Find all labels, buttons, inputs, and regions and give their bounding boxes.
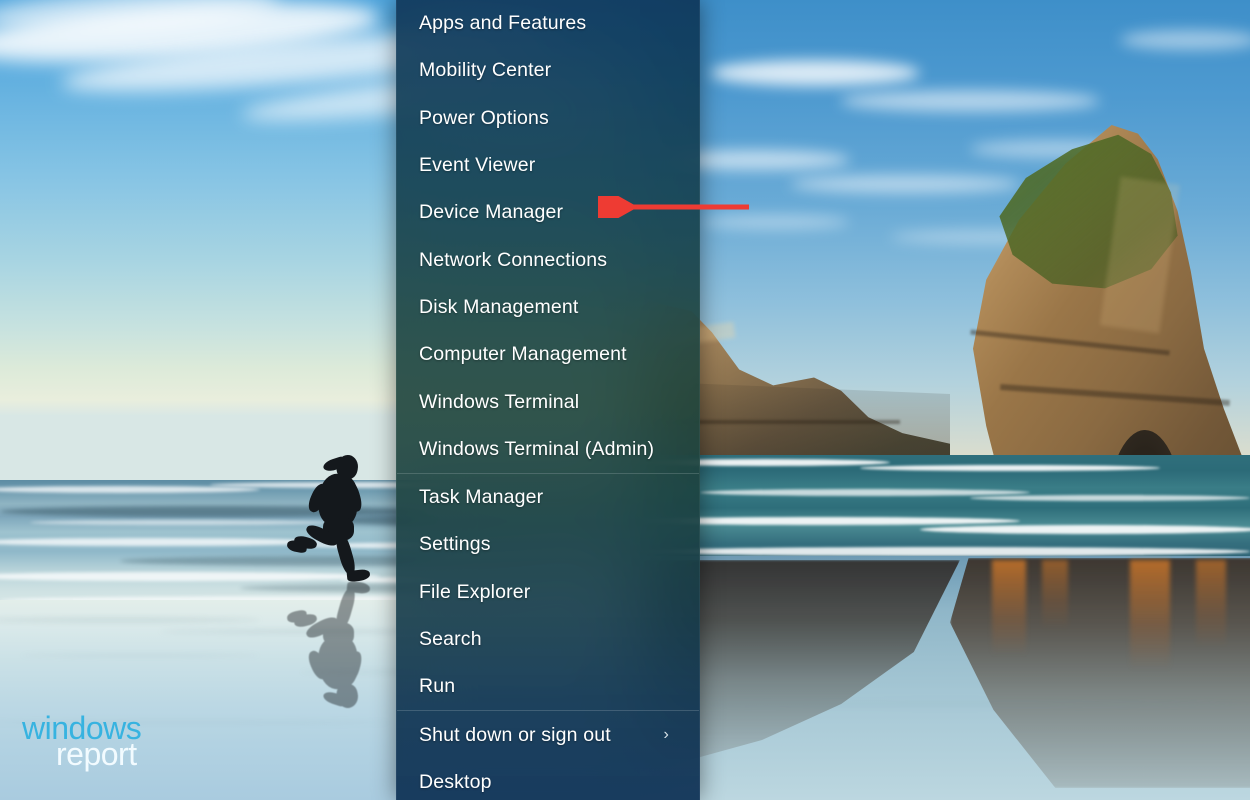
menu-item-label: Event Viewer xyxy=(419,154,681,177)
menu-item-network-connections[interactable]: Network Connections xyxy=(397,236,699,283)
runner-silhouette xyxy=(285,455,405,585)
menu-item-label: Network Connections xyxy=(419,249,681,272)
menu-list: Apps and Features Mobility Center Power Op… xyxy=(397,0,699,800)
menu-item-desktop[interactable]: Desktop xyxy=(397,759,699,800)
menu-item-computer-management[interactable]: Computer Management xyxy=(397,331,699,378)
menu-item-label: Run xyxy=(419,675,681,698)
screen: windows report Apps and Features Mobility… xyxy=(0,0,1250,800)
ocean-right xyxy=(640,455,1250,565)
winx-quick-link-menu[interactable]: Apps and Features Mobility Center Power Op… xyxy=(396,0,700,800)
menu-item-label: Mobility Center xyxy=(419,59,681,82)
menu-item-windows-terminal-admin[interactable]: Windows Terminal (Admin) xyxy=(397,426,699,473)
archway-islands-scene xyxy=(640,0,1250,800)
menu-item-label: Windows Terminal (Admin) xyxy=(419,438,681,461)
runner-reflection xyxy=(285,588,405,708)
menu-item-label: Device Manager xyxy=(419,201,681,224)
menu-item-mobility-center[interactable]: Mobility Center xyxy=(397,47,699,94)
chevron-right-icon: › xyxy=(664,727,669,743)
menu-item-apps-and-features[interactable]: Apps and Features xyxy=(397,0,699,47)
menu-item-power-options[interactable]: Power Options xyxy=(397,95,699,142)
menu-item-label: Apps and Features xyxy=(419,12,681,35)
windows-report-watermark: windows report xyxy=(22,712,141,770)
menu-item-run[interactable]: Run xyxy=(397,663,699,710)
menu-item-task-manager[interactable]: Task Manager xyxy=(397,474,699,521)
menu-item-label: Power Options xyxy=(419,107,681,130)
menu-item-label: Task Manager xyxy=(419,486,681,509)
menu-item-windows-terminal[interactable]: Windows Terminal xyxy=(397,378,699,425)
menu-item-settings[interactable]: Settings xyxy=(397,521,699,568)
watermark-line-report: report xyxy=(56,738,141,770)
menu-item-file-explorer[interactable]: File Explorer xyxy=(397,569,699,616)
menu-item-label: Disk Management xyxy=(419,296,681,319)
menu-item-label: Settings xyxy=(419,533,681,556)
menu-item-label: Shut down or sign out xyxy=(419,724,664,747)
menu-item-label: File Explorer xyxy=(419,581,681,604)
menu-item-event-viewer[interactable]: Event Viewer xyxy=(397,142,699,189)
menu-item-label: Search xyxy=(419,628,681,651)
menu-item-label: Windows Terminal xyxy=(419,391,681,414)
menu-item-label: Computer Management xyxy=(419,343,681,366)
menu-item-search[interactable]: Search xyxy=(397,616,699,663)
menu-item-shut-down-or-sign-out[interactable]: Shut down or sign out› xyxy=(397,711,699,758)
menu-item-disk-management[interactable]: Disk Management xyxy=(397,284,699,331)
menu-item-label: Desktop xyxy=(419,771,681,794)
menu-item-device-manager[interactable]: Device Manager xyxy=(397,189,699,236)
